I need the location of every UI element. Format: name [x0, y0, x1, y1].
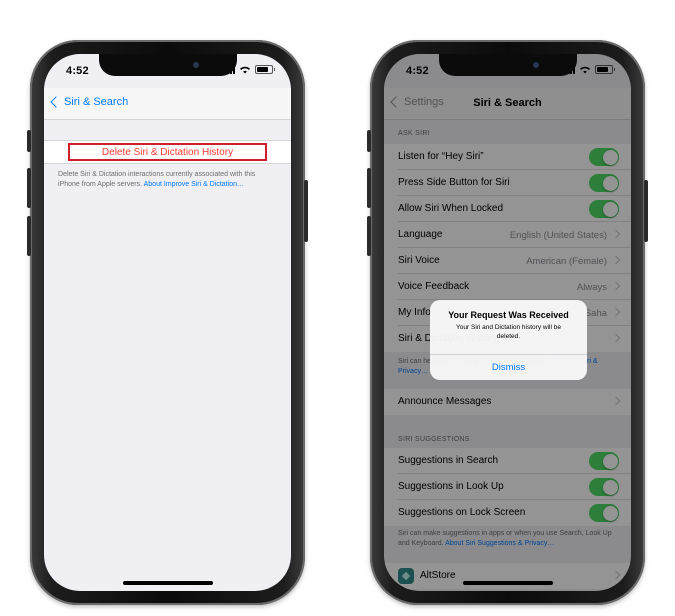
silent-switch — [367, 130, 371, 152]
battery-icon — [255, 65, 275, 74]
volume-up-button — [27, 168, 31, 208]
status-time: 4:52 — [66, 65, 89, 77]
dismiss-button[interactable]: Dismiss — [430, 354, 587, 380]
chevron-left-icon — [50, 96, 62, 108]
alert-title: Your Request Was Received — [448, 310, 569, 320]
side-button — [304, 180, 308, 242]
home-indicator[interactable] — [122, 581, 213, 585]
nav-bar: Siri & Search — [44, 88, 291, 120]
home-indicator[interactable] — [462, 581, 553, 585]
alert-message: Your Siri and Dictation history will be … — [456, 324, 561, 340]
volume-down-button — [27, 216, 31, 256]
back-label: Siri & Search — [64, 96, 129, 108]
side-button — [644, 180, 648, 242]
delete-history-cell[interactable]: Delete Siri & Dictation History — [44, 140, 291, 164]
request-received-alert: Your Request Was Received Your Siri and … — [430, 300, 587, 380]
highlight-box — [68, 143, 267, 161]
wifi-icon — [240, 66, 250, 74]
right-screen: 4:52 Settings Siri & Search ASK SIRI Lis… — [384, 54, 631, 591]
delete-history-note: Delete Siri & Dictation interactions cur… — [58, 170, 277, 189]
volume-down-button — [367, 216, 371, 256]
left-screen: 4:52 Siri & Search Delete Siri & Dictati… — [44, 54, 291, 591]
left-phone: 4:52 Siri & Search Delete Siri & Dictati… — [27, 40, 308, 605]
silent-switch — [27, 130, 31, 152]
notch — [438, 54, 577, 76]
front-camera — [532, 62, 539, 68]
back-button[interactable]: Siri & Search — [50, 96, 129, 108]
note-link[interactable]: About Improve Siri & Dictation… — [144, 181, 244, 188]
front-camera — [192, 62, 199, 68]
volume-up-button — [367, 168, 371, 208]
right-phone: 4:52 Settings Siri & Search ASK SIRI Lis… — [367, 40, 648, 605]
notch — [98, 54, 237, 76]
